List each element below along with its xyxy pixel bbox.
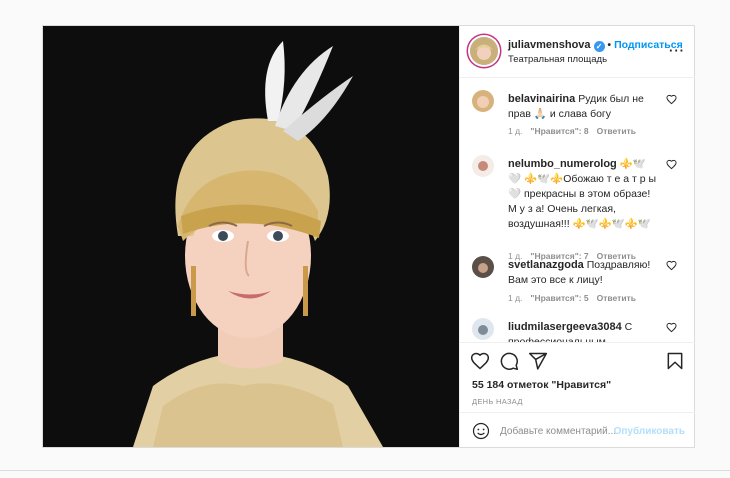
portrait-image — [43, 26, 459, 447]
comment-age[interactable]: 1 д. — [508, 126, 522, 136]
share-icon[interactable] — [528, 351, 548, 371]
avatar[interactable] — [472, 256, 494, 278]
heart-icon[interactable] — [666, 159, 677, 170]
bookmark-icon[interactable] — [665, 351, 685, 371]
comment-age[interactable]: 1 д. — [508, 293, 522, 303]
post-photo[interactable] — [43, 26, 459, 447]
add-comment-bar: Опубликовать — [460, 412, 695, 448]
post-side-panel: juliavmenshova ✓ • Подписаться Театральная … — [459, 26, 695, 447]
avatar[interactable] — [470, 37, 498, 65]
more-options-icon[interactable]: ··· — [669, 43, 685, 58]
avatar[interactable] — [472, 155, 494, 177]
verified-badge-icon: ✓ — [593, 41, 605, 52]
separator: • — [607, 40, 612, 51]
comment-text: nelumbo_numerolog ⚜️🕊️🤍 ⚜️🕊️⚜️Обожаю т е… — [508, 157, 658, 232]
heart-icon[interactable] — [666, 260, 677, 271]
comment-meta: 1 д. "Нравится": 5 Ответить — [508, 293, 644, 303]
reply-button[interactable]: Ответить — [597, 293, 636, 303]
emoji-icon[interactable] — [472, 422, 490, 440]
publish-button[interactable]: Опубликовать — [614, 426, 685, 437]
comment-likes[interactable]: "Нравится": 5 — [530, 293, 588, 303]
comment-icon[interactable] — [499, 351, 519, 371]
comment-username[interactable]: liudmilasergeeva3084 — [508, 321, 622, 333]
post-date[interactable]: день назад — [472, 397, 523, 406]
likes-count[interactable]: 55 184 отметок "Нравится" — [472, 379, 611, 391]
comment-likes[interactable]: "Нравится": 8 — [530, 126, 588, 136]
comment-text: liudmilasergeeva3084 С профессиональным … — [508, 320, 658, 342]
heart-icon[interactable] — [666, 94, 677, 105]
avatar[interactable] — [472, 90, 494, 112]
add-comment-input[interactable] — [500, 421, 618, 441]
author-line: juliavmenshova ✓ • Подписаться — [508, 39, 683, 52]
comment-text: belavinairina Рудик был не прав 🙏🏻 и сла… — [508, 92, 658, 122]
comment-meta: 1 д. "Нравится": 8 Ответить — [508, 126, 644, 136]
post-header: juliavmenshova ✓ • Подписаться Театральная … — [460, 26, 695, 78]
comment-text: svetlanazgoda Поздравляю! Вам это все к … — [508, 258, 658, 288]
comments-list[interactable]: belavinairina Рудик был не прав 🙏🏻 и сла… — [460, 78, 695, 342]
post-location[interactable]: Театральная площадь — [508, 54, 607, 65]
avatar[interactable] — [472, 318, 494, 340]
heart-icon[interactable] — [666, 322, 677, 333]
heart-icon[interactable] — [470, 351, 490, 371]
reply-button[interactable]: Ответить — [597, 126, 636, 136]
comment-username[interactable]: svetlanazgoda — [508, 259, 584, 271]
post-actions: 55 184 отметок "Нравится" день назад — [460, 342, 695, 413]
author-username[interactable]: juliavmenshova — [508, 39, 591, 51]
post-dialog: juliavmenshova ✓ • Подписаться Театральная … — [42, 25, 695, 448]
comment-username[interactable]: nelumbo_numerolog — [508, 158, 617, 170]
comment-username[interactable]: belavinairina — [508, 93, 575, 105]
